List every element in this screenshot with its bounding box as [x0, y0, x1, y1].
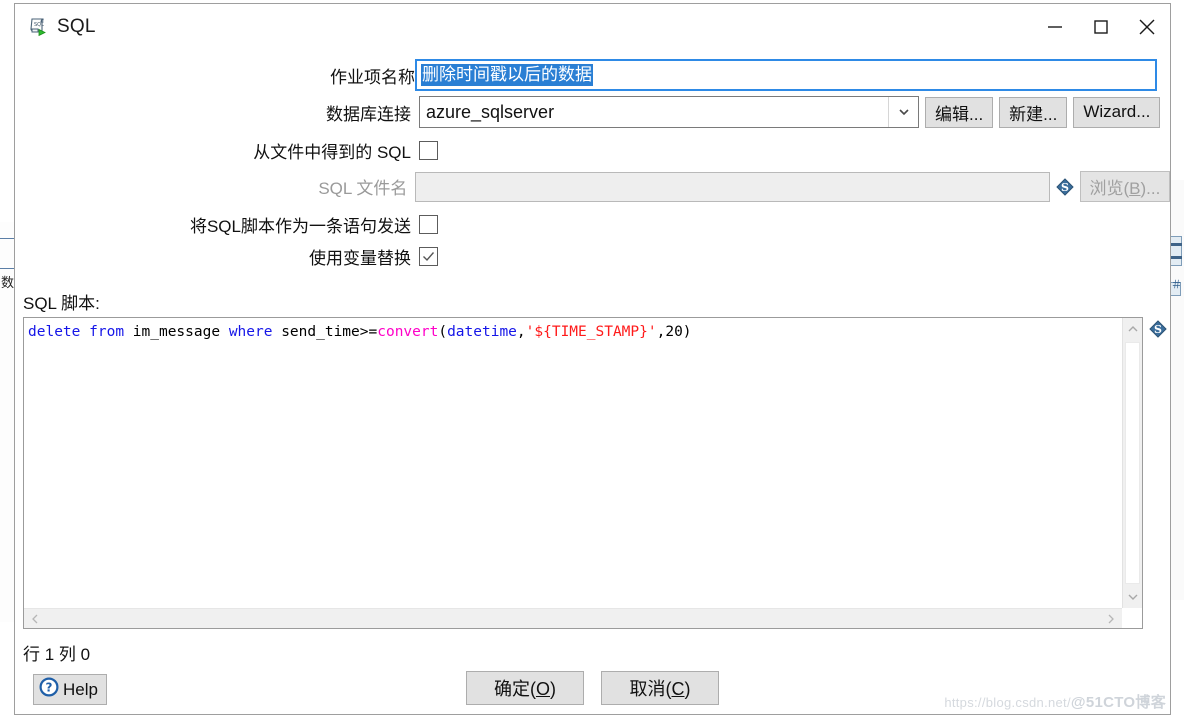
cancel-button[interactable]: 取消(C) — [601, 671, 719, 705]
wizard-connection-button[interactable]: Wizard... — [1073, 96, 1161, 128]
send-single-statement-checkbox[interactable] — [419, 215, 438, 234]
cancel-button-label: 取消(C) — [629, 679, 691, 699]
svg-text:SQL: SQL — [34, 22, 44, 28]
sql-token-plain: im_message — [124, 324, 229, 340]
watermark: https://blog.csdn.net/@51CTO博客 — [944, 691, 1166, 712]
sql-token-plain: ,20) — [656, 324, 692, 340]
background-window-glyph: 数 — [1, 275, 15, 290]
sql-script-icon: SQL — [27, 16, 49, 38]
job-name-input[interactable]: 删除时间戳以后的数据 — [415, 59, 1157, 91]
vertical-scrollbar[interactable] — [1122, 318, 1142, 608]
variable-substitution-row: 使用变量替换 — [15, 244, 1170, 269]
sql-token-plain: send_time>= — [272, 324, 378, 340]
maximize-icon[interactable] — [1078, 4, 1124, 50]
sql-script-editor[interactable]: delete from im_message where send_time>=… — [23, 317, 1143, 629]
sql-from-file-row: 从文件中得到的 SQL — [15, 138, 1170, 163]
close-icon[interactable] — [1124, 4, 1170, 50]
connection-combobox[interactable]: azure_sqlserver — [419, 96, 919, 128]
vertical-scrollbar-thumb[interactable] — [1125, 342, 1140, 584]
sql-script-label: SQL 脚本: — [23, 294, 100, 313]
send-single-statement-row: 将SQL脚本作为一条语句发送 — [15, 212, 1170, 237]
connection-label: 数据库连接 — [326, 104, 411, 124]
browse-file-label: 浏览(B)... — [1089, 179, 1161, 198]
variable-substitution-label: 使用变量替换 — [309, 249, 411, 268]
scroll-right-icon[interactable] — [1100, 609, 1122, 628]
background-window-glyph — [1, 294, 5, 309]
scroll-up-icon[interactable] — [1123, 318, 1142, 340]
form-area: 作业项名称 删除时间戳以后的数据 数据库连接 azure_sqlserver 编… — [15, 59, 1170, 269]
job-name-value: 删除时间戳以后的数据 — [421, 63, 593, 87]
sql-token-keyword: delete — [28, 324, 81, 340]
variable-substitution-checkbox[interactable] — [419, 247, 438, 266]
sql-token-function: convert — [377, 324, 439, 340]
sql-token-plain: ( — [438, 324, 448, 340]
window-title: SQL — [57, 16, 96, 37]
new-connection-button[interactable]: 新建... — [999, 96, 1068, 128]
variable-diamond-icon: S — [1056, 177, 1074, 196]
send-single-statement-label: 将SQL脚本作为一条语句发送 — [189, 217, 411, 236]
watermark-tag: @51CTO博客 — [1070, 694, 1166, 711]
ok-button[interactable]: 确定(O) — [466, 671, 584, 705]
edit-connection-button[interactable]: 编辑... — [925, 96, 994, 128]
scroll-left-icon[interactable] — [24, 609, 46, 628]
sql-token-keyword: datetime — [447, 324, 517, 340]
sql-token-string: '${TIME_STAMP}' — [525, 324, 657, 340]
title-bar: SQL SQL — [15, 4, 1170, 50]
background-window-divider — [0, 268, 14, 269]
sql-job-entry-dialog: SQL SQL 作业项名称 删除时间戳以后的数据 数据库连接 azure_sql… — [14, 3, 1171, 715]
sql-filename-row: SQL 文件名 S 浏览(B)... — [15, 171, 1170, 202]
sql-token-keyword: where — [228, 324, 273, 340]
svg-text:S: S — [1061, 181, 1069, 194]
sql-token-plain — [80, 324, 89, 340]
checkmark-icon — [423, 252, 435, 262]
sql-from-file-checkbox[interactable] — [419, 141, 438, 160]
browse-file-button[interactable]: 浏览(B)... — [1079, 171, 1170, 202]
horizontal-scrollbar[interactable] — [24, 608, 1122, 628]
sql-token-plain: , — [516, 324, 526, 340]
scroll-down-icon[interactable] — [1123, 586, 1142, 608]
watermark-url: https://blog.csdn.net/ — [944, 695, 1071, 710]
svg-text:S: S — [1154, 323, 1162, 336]
window-controls — [1032, 4, 1170, 50]
sql-filename-label: SQL 文件名 — [318, 179, 408, 198]
cursor-position-status: 行 1 列 0 — [23, 645, 91, 664]
background-window-divider — [0, 238, 14, 239]
variable-diamond-icon: S — [1149, 320, 1167, 338]
background-window-glyph: ＃ — [1171, 279, 1182, 291]
job-name-label: 作业项名称 — [330, 67, 415, 87]
sql-token-keyword: from — [89, 324, 125, 340]
ok-button-label: 确定(O) — [493, 679, 556, 699]
connection-value: azure_sqlserver — [426, 101, 555, 122]
job-name-row: 作业项名称 删除时间戳以后的数据 — [15, 59, 1170, 91]
sql-script-content: delete from im_message where send_time>=… — [28, 323, 692, 342]
chevron-down-icon[interactable] — [888, 97, 918, 127]
sql-filename-input[interactable] — [415, 171, 1050, 202]
minimize-icon[interactable] — [1032, 4, 1078, 50]
connection-row: 数据库连接 azure_sqlserver 编辑... 新建... Wizard… — [15, 96, 1170, 128]
sql-from-file-label: 从文件中得到的 SQL — [253, 143, 411, 162]
